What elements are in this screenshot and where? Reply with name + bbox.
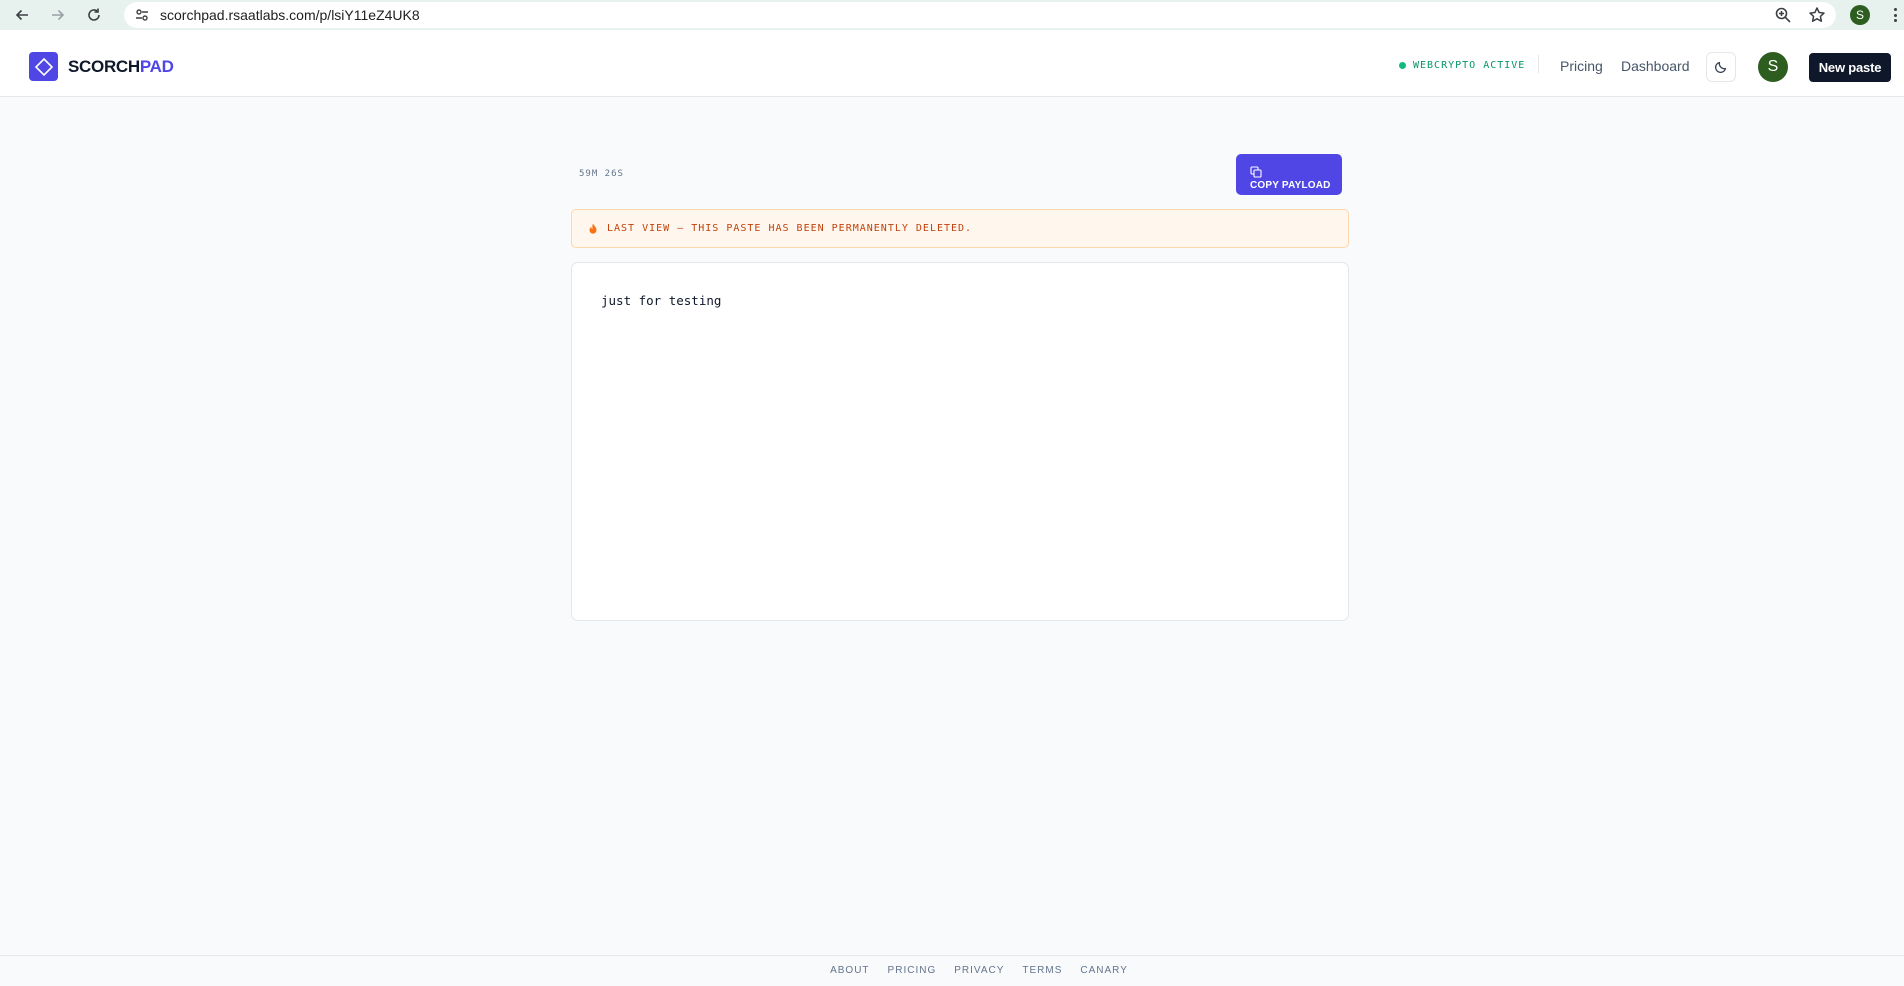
- footer-link-terms[interactable]: TERMS: [1022, 965, 1062, 976]
- browser-toolbar: scorchpad.rsaatlabs.com/p/lsiY11eZ4UK8 S: [0, 0, 1904, 30]
- last-view-alert: LAST VIEW — THIS PASTE HAS BEEN PERMANEN…: [571, 209, 1349, 248]
- footer: ABOUT PRICING PRIVACY TERMS CANARY: [0, 955, 1904, 986]
- diamond-logo-icon: [29, 52, 58, 81]
- theme-toggle-button[interactable]: [1706, 52, 1736, 82]
- brand-name: SCORCHPAD: [68, 56, 174, 76]
- new-paste-button[interactable]: New paste: [1809, 53, 1891, 82]
- address-bar[interactable]: scorchpad.rsaatlabs.com/p/lsiY11eZ4UK8: [124, 2, 1836, 28]
- footer-link-canary[interactable]: CANARY: [1080, 965, 1128, 976]
- paste-content-card: just for testing: [571, 262, 1349, 621]
- footer-link-pricing[interactable]: PRICING: [888, 965, 937, 976]
- arrow-right-icon: [52, 9, 65, 21]
- footer-link-privacy[interactable]: PRIVACY: [954, 965, 1004, 976]
- nav-dashboard-link[interactable]: Dashboard: [1621, 58, 1690, 74]
- browser-profile-avatar[interactable]: S: [1850, 5, 1870, 25]
- copy-icon: [1250, 165, 1262, 178]
- zoom-icon[interactable]: [1774, 6, 1792, 24]
- back-button[interactable]: [8, 1, 36, 29]
- user-avatar[interactable]: S: [1758, 52, 1788, 82]
- copy-payload-label: COPY PAYLOAD: [1250, 179, 1331, 191]
- footer-links: ABOUT PRICING PRIVACY TERMS CANARY: [821, 965, 1137, 976]
- expiry-timer: 59M 26S: [579, 169, 624, 179]
- alert-text: LAST VIEW — THIS PASTE HAS BEEN PERMANEN…: [607, 223, 973, 234]
- copy-payload-button[interactable]: COPY PAYLOAD: [1236, 154, 1342, 195]
- forward-button[interactable]: [44, 1, 72, 29]
- paste-content: just for testing: [601, 293, 722, 308]
- footer-link-about[interactable]: ABOUT: [830, 965, 869, 976]
- url-text[interactable]: scorchpad.rsaatlabs.com/p/lsiY11eZ4UK8: [160, 7, 420, 23]
- reload-icon: [88, 8, 100, 21]
- site-settings-icon[interactable]: [134, 7, 150, 23]
- arrow-left-icon: [15, 9, 28, 21]
- webcrypto-status: WEBCRYPTO ACTIVE: [1399, 60, 1525, 71]
- nav-pricing-link[interactable]: Pricing: [1560, 58, 1603, 74]
- app-header: SCORCHPAD WEBCRYPTO ACTIVE Pricing Dashb…: [0, 30, 1904, 97]
- brand-logo[interactable]: SCORCHPAD: [29, 52, 174, 81]
- status-dot-icon: [1399, 62, 1406, 69]
- reload-button[interactable]: [80, 1, 108, 29]
- browser-menu-icon[interactable]: [1890, 6, 1900, 24]
- bookmark-star-icon[interactable]: [1808, 6, 1826, 24]
- moon-icon: [1714, 61, 1727, 74]
- flame-icon: [589, 223, 597, 234]
- status-text: WEBCRYPTO ACTIVE: [1413, 60, 1526, 71]
- header-divider: [1538, 55, 1539, 73]
